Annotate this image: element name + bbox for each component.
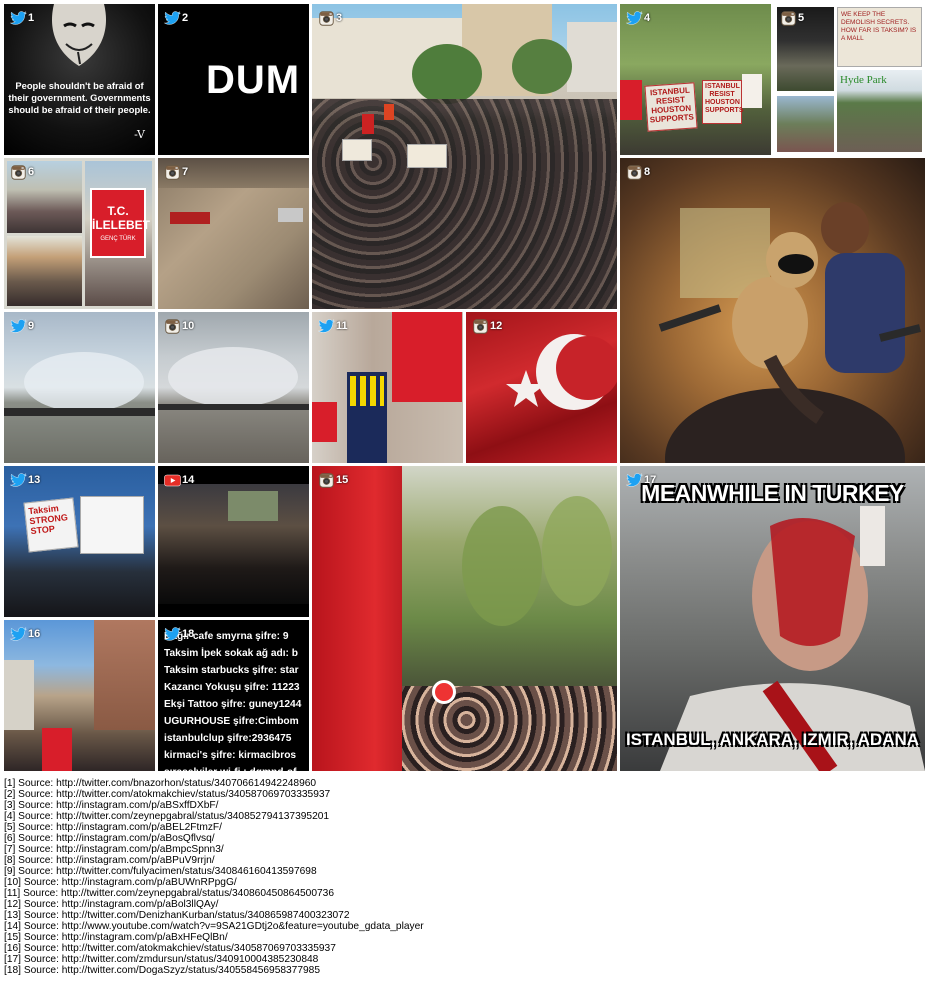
instagram-icon (318, 473, 335, 488)
tile-badge: 6 (8, 162, 37, 182)
tile-badge: 9 (8, 316, 37, 336)
flag-banner: T.C. İLELEBET GENÇ TÜRK (90, 188, 150, 258)
source-line[interactable]: [13] Source: http://twitter.com/Denizhan… (4, 910, 924, 921)
tile-13[interactable]: Taksim STRONG STOP 13 (4, 466, 155, 617)
twitter-icon (10, 627, 27, 642)
tile-17[interactable]: MEANWHILE IN TURKEY ISTANBUL, ANKARA, IZ… (620, 466, 925, 771)
instagram-icon (164, 319, 181, 334)
twitter-icon (318, 319, 335, 334)
twitter-icon (164, 627, 181, 642)
twitter-icon (10, 319, 27, 334)
source-line[interactable]: [4] Source: http://twitter.com/zeynepgab… (4, 811, 924, 822)
tile-badge: 1 (8, 8, 37, 28)
quote-text: People shouldn't be afraid of their gove… (8, 80, 151, 115)
youtube-icon (164, 473, 181, 488)
tile-badge: 4 (624, 8, 653, 28)
meme-bottom-caption: ISTANBUL, ANKARA, IZMIR, ADANA (625, 730, 920, 749)
protest-sign: WE KEEP THE DEMOLISH SECRETS. HOW FAR IS… (837, 7, 922, 67)
source-line[interactable]: [18] Source: http://twitter.com/DogaSzyz… (4, 965, 924, 976)
tile-badge: 3 (316, 8, 345, 28)
tile-11[interactable]: 11 (312, 312, 463, 463)
guy-fawkes-mask-image (52, 4, 106, 66)
source-line[interactable]: [2] Source: http://twitter.com/atokmakch… (4, 789, 924, 800)
tile-4[interactable]: ISTANBUL RESIST HOUSTON SUPPORTS ISTANBU… (620, 4, 771, 155)
injured-protester-image (660, 506, 925, 771)
wifi-list-line: Taksim starbucks şifre: star (164, 665, 299, 676)
source-line[interactable]: [1] Source: http://twitter.com/bnazorhon… (4, 778, 924, 789)
source-line[interactable]: [14] Source: http://www.youtube.com/watc… (4, 921, 924, 932)
source-line[interactable]: [8] Source: http://instagram.com/p/aBPuV… (4, 855, 924, 866)
dog-on-scooter-image (658, 202, 921, 463)
tile-badge: 11 (316, 316, 351, 336)
tile-badge: 15 (316, 470, 351, 490)
wifi-list-line: Taksim İpek sokak ağ adı: b (164, 648, 298, 659)
tile-badge: 12 (470, 316, 505, 336)
wifi-list-line: Ekşi Tattoo şifre: guney1244 (164, 699, 302, 710)
source-line[interactable]: [9] Source: http://twitter.com/fulyacime… (4, 866, 924, 877)
meme-top-caption: MEANWHILE IN TURKEY (641, 480, 904, 506)
twitter-icon (10, 473, 27, 488)
tile-7[interactable]: 7 (158, 158, 309, 309)
source-line[interactable]: [11] Source: http://twitter.com/zeynepga… (4, 888, 924, 899)
tile-badge: 16 (8, 624, 43, 644)
tile-badge: 18 (162, 624, 197, 644)
instagram-icon (318, 11, 335, 26)
twitter-icon (10, 11, 27, 26)
tile-badge: 2 (162, 8, 191, 28)
tile-5[interactable]: WE KEEP THE DEMOLISH SECRETS. HOW FAR IS… (774, 4, 925, 155)
source-line[interactable]: [10] Source: http://instagram.com/p/aBUW… (4, 877, 924, 888)
protest-sign: ISTANBUL RESIST HOUSTON SUPPORTS (702, 80, 744, 124)
instagram-icon (472, 319, 489, 334)
source-line[interactable]: [12] Source: http://instagram.com/p/aBol… (4, 899, 924, 910)
instagram-icon (10, 165, 27, 180)
tile-3[interactable]: 3 (312, 4, 617, 309)
wifi-list: Bağir cafe smyrna şifre: 9 Taksim İpek so… (164, 628, 309, 771)
source-line[interactable]: [6] Source: http://instagram.com/p/aBosQ… (4, 833, 924, 844)
tile-badge: 7 (162, 162, 191, 182)
source-line[interactable]: [16] Source: http://twitter.com/atokmakc… (4, 943, 924, 954)
instagram-icon (780, 11, 797, 26)
protest-sign: ISTANBUL RESIST HOUSTON SUPPORTS (644, 82, 698, 132)
wifi-list-line: kirmaci's şifre: kirmacibros (164, 750, 297, 761)
tile-12[interactable]: 12 (466, 312, 617, 463)
sources-list: [1] Source: http://twitter.com/bnazorhon… (4, 778, 924, 976)
tile-9[interactable]: 9 (4, 312, 155, 463)
tile-1[interactable]: People shouldn't be afraid of their gove… (4, 4, 155, 155)
tile-badge: 5 (778, 8, 807, 28)
tile-10[interactable]: 10 (158, 312, 309, 463)
source-line[interactable]: [3] Source: http://instagram.com/p/aBSxf… (4, 800, 924, 811)
tile-15[interactable]: 15 (312, 466, 617, 771)
instagram-icon (164, 165, 181, 180)
tile-badge: 10 (162, 316, 197, 336)
source-line[interactable]: [7] Source: http://instagram.com/p/aBmpc… (4, 844, 924, 855)
tile-14[interactable]: 14 (158, 466, 309, 617)
tile-18[interactable]: Bağir cafe smyrna şifre: 9 Taksim İpek so… (158, 620, 309, 771)
tile-badge: 14 (162, 470, 197, 490)
wifi-list-line: Kazancı Yokuşu şifre: 11223 (164, 682, 300, 693)
tile-8[interactable]: 8 (620, 158, 925, 463)
quote-signature: -V (134, 128, 145, 141)
instagram-icon (626, 165, 643, 180)
tile-caption: DUM (206, 58, 301, 102)
twitter-icon (164, 11, 181, 26)
twitter-icon (626, 11, 643, 26)
source-line[interactable]: [17] Source: http://twitter.com/zmdursun… (4, 954, 924, 965)
tile-badge: 17 (624, 470, 659, 490)
wifi-list-line: UGURHOUSE şifre:Cimbom (164, 716, 299, 727)
twitter-icon (626, 473, 643, 488)
source-line[interactable]: [15] Source: http://instagram.com/p/aBxH… (4, 932, 924, 943)
protest-sign: Taksim STRONG STOP (23, 497, 79, 553)
wifi-list-line: istanbulclup şifre:2936475 (164, 733, 292, 744)
wifi-list-line: sıraselviler wi-fi : dgmnd-of (164, 764, 309, 771)
source-line[interactable]: [5] Source: http://instagram.com/p/aBEL2… (4, 822, 924, 833)
park-label: Hyde Park (840, 74, 887, 86)
tile-6[interactable]: T.C. İLELEBET GENÇ TÜRK 6 (4, 158, 155, 309)
tile-16[interactable]: 16 (4, 620, 155, 771)
tile-badge: 13 (8, 470, 43, 490)
tile-2[interactable]: DUM 2 (158, 4, 309, 155)
tile-badge: 8 (624, 162, 653, 182)
